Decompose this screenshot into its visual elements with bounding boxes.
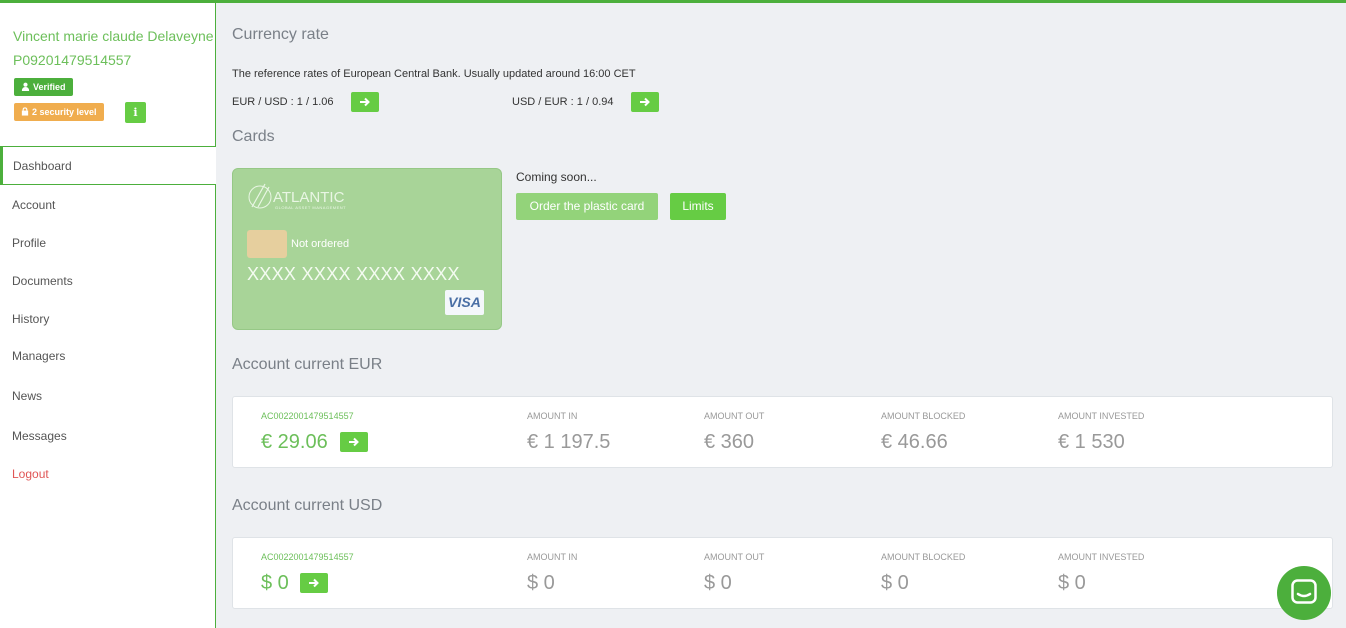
sidebar-item-managers[interactable]: Managers [0,337,216,375]
amount-out-value: $ 0 [704,572,732,594]
amount-in-label: AMOUNT IN [527,411,578,421]
sidebar-item-news[interactable]: News [0,377,216,415]
account-usd-balance: $ 0 [261,572,289,594]
amount-in-value: $ 0 [527,572,555,594]
card-brand: ATLANTIC [273,189,345,206]
amount-invested-value: $ 0 [1058,572,1086,594]
currency-rate-title: Currency rate [232,26,329,43]
sidebar-item-account[interactable]: Account [0,186,216,224]
user-profile: Vincent marie claude Delaveyne P09201479… [0,3,216,147]
eur-usd-convert-button[interactable] [351,92,379,112]
security-info-button[interactable]: i [125,102,146,123]
coming-soon-text: Coming soon... [516,170,597,184]
amount-blocked-value: € 46.66 [881,431,948,453]
sidebar-item-messages[interactable]: Messages [0,417,216,455]
amount-blocked-value: $ 0 [881,572,909,594]
limits-button[interactable]: Limits [670,193,726,220]
account-eur-open-button[interactable] [340,432,368,452]
verified-badge: Verified [14,78,73,96]
sidebar-item-profile[interactable]: Profile [0,224,216,262]
info-icon: i [133,106,138,119]
account-usd-number[interactable]: AC0022001479514557 [261,552,354,562]
amount-blocked-label: AMOUNT BLOCKED [881,411,966,421]
account-eur-balance: € 29.06 [261,431,328,453]
amount-out-label: AMOUNT OUT [704,552,765,562]
account-eur-title: Account current EUR [232,356,383,373]
account-usd-open-button[interactable] [300,573,328,593]
arrow-right-icon [309,578,319,588]
amount-out-value: € 360 [704,431,755,453]
amount-blocked-label: AMOUNT BLOCKED [881,552,966,562]
verified-label: Verified [33,82,66,92]
arrow-right-icon [349,437,359,447]
visa-logo: VISA [445,290,484,315]
amount-invested-label: AMOUNT INVESTED [1058,552,1145,562]
order-plastic-card-button[interactable]: Order the plastic card [516,193,658,220]
account-usd-panel: AC0022001479514557 $ 0 AMOUNT IN $ 0 AMO… [232,537,1333,609]
card-status: Not ordered [291,238,350,250]
sidebar-item-logout[interactable]: Logout [0,455,216,493]
usd-eur-convert-button[interactable] [631,92,659,112]
chat-icon [1291,579,1317,604]
card-chip [247,230,287,258]
lock-icon [21,107,29,116]
amount-invested-value: € 1 530 [1058,431,1125,453]
sidebar-item-history[interactable]: History [0,300,216,338]
account-eur-panel: AC0022001479514557 € 29.06 AMOUNT IN € 1… [232,396,1333,468]
amount-out-label: AMOUNT OUT [704,411,765,421]
security-level-label: 2 security level [32,107,97,117]
chat-launcher-button[interactable] [1277,566,1331,620]
cards-title: Cards [232,128,275,145]
sidebar-item-documents[interactable]: Documents [0,262,216,300]
bank-card: ATLANTIC GLOBAL ASSET MANAGEMENT Not ord… [232,168,502,330]
sidebar-item-dashboard[interactable]: Dashboard [0,147,216,185]
card-brand-subtitle: GLOBAL ASSET MANAGEMENT [275,205,347,210]
user-icon [21,82,30,91]
amount-in-label: AMOUNT IN [527,552,578,562]
account-eur-number[interactable]: AC0022001479514557 [261,411,354,421]
user-name: Vincent marie claude Delaveyne [13,28,214,44]
usd-eur-rate: USD / EUR : 1 / 0.94 [512,96,614,108]
sidebar: Vincent marie claude Delaveyne P09201479… [0,3,216,628]
account-usd-title: Account current USD [232,497,383,514]
amount-invested-label: AMOUNT INVESTED [1058,411,1145,421]
security-level-badge: 2 security level [14,103,104,121]
amount-in-value: € 1 197.5 [527,431,611,453]
arrow-right-icon [640,97,650,107]
eur-usd-rate: EUR / USD : 1 / 1.06 [232,96,334,108]
arrow-right-icon [360,97,370,107]
atlantic-logo-icon [248,183,272,209]
card-number: XXXX XXXX XXXX XXXX [247,264,460,284]
currency-rate-description: The reference rates of European Central … [232,68,636,80]
user-id: P09201479514557 [13,52,132,68]
